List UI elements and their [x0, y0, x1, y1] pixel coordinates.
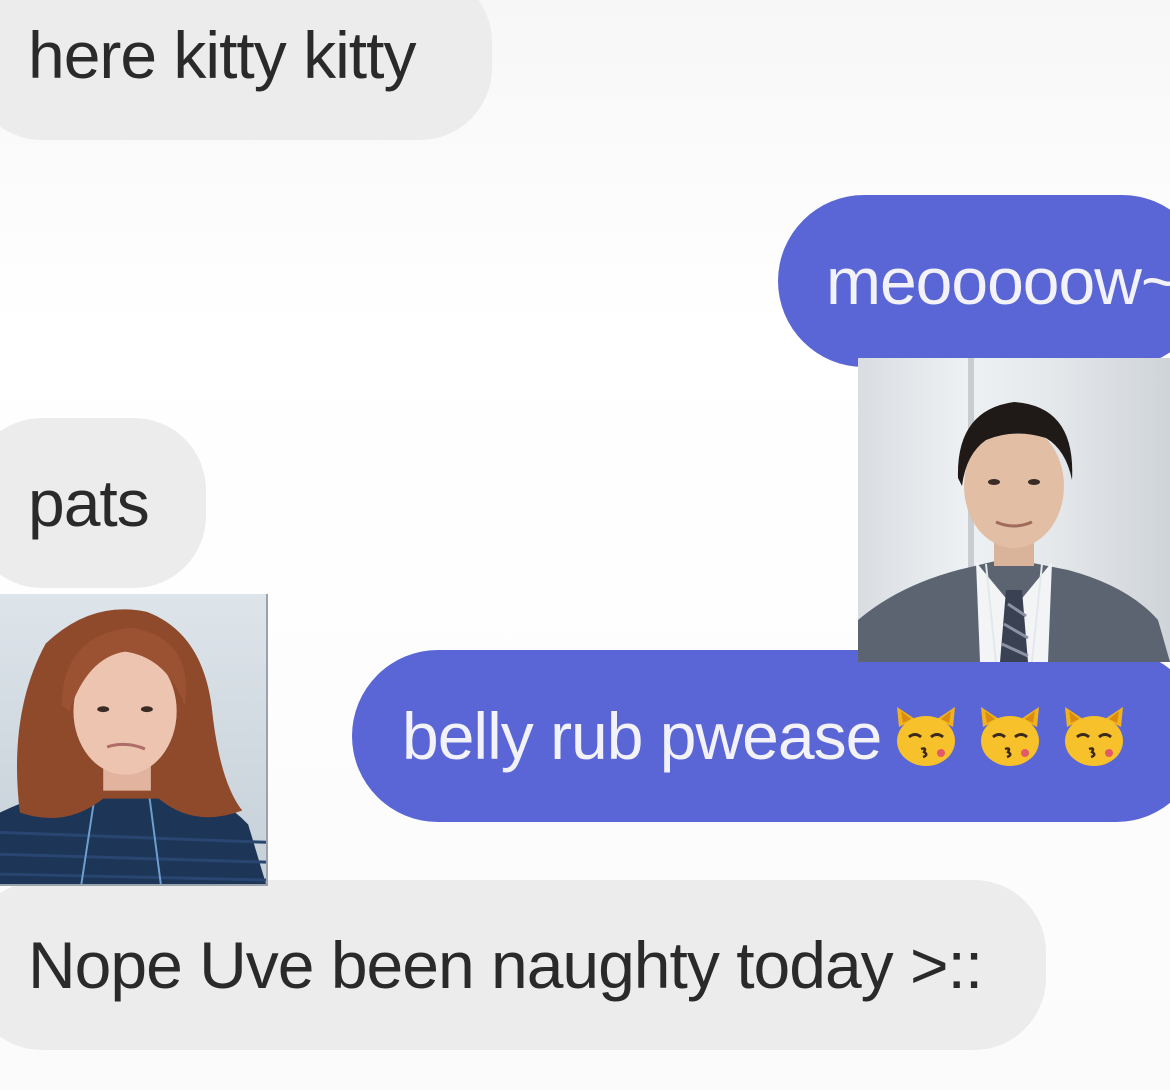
outgoing-message-bubble[interactable]: meooooow~: [778, 195, 1170, 367]
incoming-message-bubble[interactable]: Nope Uve been naughty today >::: [0, 880, 1046, 1050]
kissing-cat-icon: [893, 705, 959, 767]
kissing-cat-icon: [977, 705, 1043, 767]
message-text: belly rub pwease: [402, 699, 882, 773]
incoming-message-bubble[interactable]: here kitty kitty: [0, 0, 492, 140]
message-text: pats: [28, 466, 150, 540]
outgoing-message-bubble[interactable]: belly rub pwease: [352, 650, 1170, 822]
incoming-message-bubble[interactable]: pats: [0, 418, 206, 588]
woman-with-auburn-hair-photo: [0, 594, 268, 886]
chat-thread: here kitty kitty meooooow~ pats belly ru…: [0, 0, 1170, 1090]
kissing-cat-icon: [1061, 705, 1127, 767]
message-text: meooooow~: [826, 244, 1170, 318]
man-in-suit-photo: [858, 358, 1170, 662]
message-text: here kitty kitty: [28, 18, 416, 92]
emoji-group: [893, 705, 1127, 767]
message-text: Nope Uve been naughty today >::: [28, 928, 983, 1002]
